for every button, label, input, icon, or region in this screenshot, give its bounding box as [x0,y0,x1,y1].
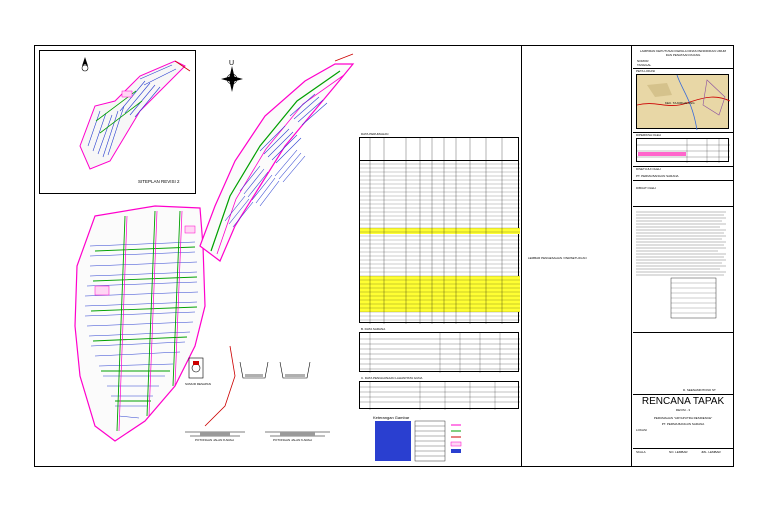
check-table [636,138,730,163]
legend-title: Keterangan Gambar [373,415,410,420]
jml-lembar-label: JML. LEMBAR [701,450,721,454]
legend-swatches [375,420,462,462]
dibuat-label: DIBUAT OLEH [636,186,656,190]
lokasi-label: LOKASI [636,428,647,432]
pemohon-label: PT. PERMA BANGUN SARANA [636,174,679,178]
location-map: KEC. TAJURHALANG [636,74,731,131]
table2-title: B. DATA SARANA [361,327,386,331]
data-table-lahan [359,381,520,410]
disetujui-label: DISETUJUI OLEH [636,167,661,171]
revisi-label: REVISI - 3 [675,408,691,412]
potongan-b-label: POTONGAN JALAN 6 ARAH [273,438,312,442]
lembar-label: NO. LEMBAR [669,450,688,454]
main-siteplan-drawing [74,53,355,442]
kegiatan-label: PERUMAHAN "ARYAPUTRA RESIDENCE" [653,416,713,420]
data-table-main [359,137,520,324]
middle-note: LEMBAR PENGESAHAN / PERSETUJUAN [528,256,587,260]
drawing-sheet: SITEPLAN REVISI 2 U SUMUR RESAPAN POTONG… [34,45,734,467]
skala-label: SKALA [636,450,646,454]
lampiran-text: LAMPIRAN KEPUTUSAN KEPALA DINAS PENDIDIK… [640,49,726,57]
company-label: PT. PERMA BANGUN SARANA [661,422,705,426]
notes-text-block [636,211,726,319]
map-label: KEC. TAJURHALANG [665,101,695,105]
table-title: DATA PERUMAHAN [361,132,389,136]
data-table-sarana [359,332,520,373]
table3-title: C. DATA PENGGUNAAN LAHAN/TATA GUNA [361,376,423,380]
sumur-label: SUMUR RESAPAN [185,382,211,386]
diperiksa-label: DIPERIKSA OLEH [636,133,661,137]
data-table-grid [360,138,520,324]
title-block: LAMPIRAN KEPUTUSAN KEPALA DINAS PENDIDIK… [633,46,733,466]
approval-panel: LEMBAR PENGESAHAN / PERSETUJUAN [521,46,632,466]
road-section-details [188,357,311,379]
potongan-a-label: POTONGAN JALAN 8 ARAH [195,438,234,442]
rencana-tapak-title: RENCANA TAPAK [641,396,725,407]
signer-name: D. SEENAMINTONO ST [683,388,716,392]
peta-lokasi-heading: PETA LOKASI [636,69,656,73]
tanggal-label: TANGGAL [637,63,652,67]
